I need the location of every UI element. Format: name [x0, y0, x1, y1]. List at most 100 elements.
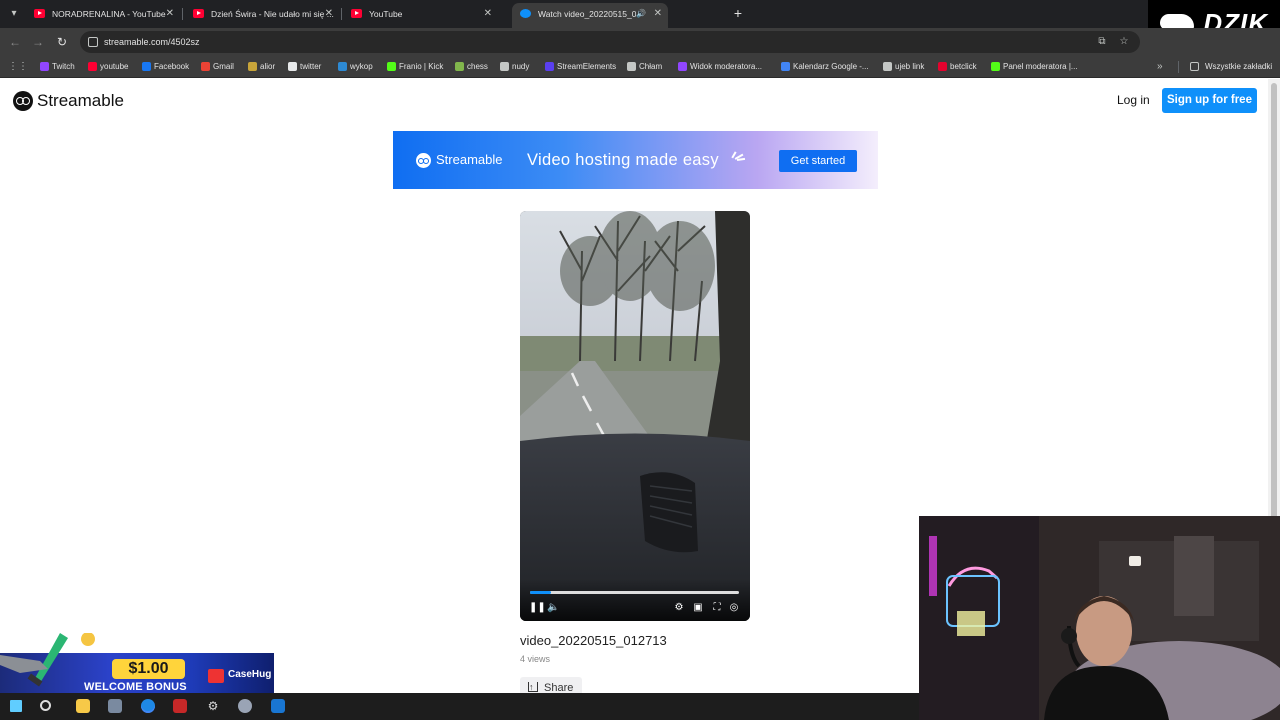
promo-banner[interactable]: Streamable Video hosting made easy Get s…: [393, 131, 878, 189]
bookmarks-bar: ⋮⋮ Twitch youtube Facebook Gmail alior twitte…: [0, 56, 1280, 78]
settings-gear-icon[interactable]: ⚙: [206, 699, 220, 713]
bookmark-item[interactable]: wykop: [338, 56, 373, 78]
bookmark-label: Chłam: [639, 62, 663, 71]
youtube-icon: [34, 9, 45, 18]
bookmark-item[interactable]: Franio | Kick: [387, 56, 443, 78]
tab-title: Watch video_20220515_01...: [538, 9, 636, 19]
video-player[interactable]: ❚❚ 🔈 ⚙ ▣ ⛶ ◎: [520, 211, 750, 621]
search-icon[interactable]: [40, 700, 51, 711]
get-started-button[interactable]: Get started: [779, 150, 857, 172]
progress-fill: [530, 591, 551, 594]
file-explorer-icon[interactable]: [76, 699, 90, 713]
brand-name: Streamable: [37, 91, 124, 110]
bookmark-item[interactable]: alior: [248, 56, 275, 78]
streamable-logo-icon[interactable]: ◎: [728, 602, 740, 614]
banner-brand: Streamable: [436, 152, 503, 167]
bonus-amount: $1.00: [112, 659, 185, 679]
casehug-bonus-banner[interactable]: $1.00 WELCOME BONUS CaseHug: [0, 633, 274, 695]
progress-bar[interactable]: [530, 591, 739, 594]
settings-gear-icon[interactable]: ⚙: [673, 602, 685, 614]
streamable-logo-icon: [13, 91, 33, 111]
streamer-webcam-overlay: [919, 516, 1280, 720]
bookmark-item[interactable]: ujeb link: [883, 56, 924, 78]
bookmark-item[interactable]: twitter: [288, 56, 321, 78]
bookmark-favicon-icon: [678, 62, 687, 71]
view-count: 4 views: [520, 654, 551, 664]
close-icon[interactable]: ✕: [166, 3, 174, 25]
tab-divider: [341, 8, 342, 20]
tab-dzien-swira[interactable]: Dzień Świra - Nie udało mi się ... ✕: [185, 3, 339, 25]
bookmark-item[interactable]: Panel moderatora |...: [991, 56, 1078, 78]
new-tab-button[interactable]: +: [729, 4, 747, 22]
tab-streamable-active[interactable]: Watch video_20220515_01... 🔊 ✕: [512, 3, 668, 28]
omnibox[interactable]: streamable.com/4502sz ⧉ ☆: [80, 31, 1140, 53]
url-text[interactable]: streamable.com/4502sz: [104, 31, 200, 53]
windows-taskbar: ⚙: [0, 693, 919, 720]
banner-tagline: Video hosting made easy: [527, 151, 719, 169]
bookmark-label: Franio | Kick: [399, 62, 444, 71]
bookmark-label: Widok moderatora...: [690, 62, 763, 71]
bookmark-label: Kalendarz Google -...: [793, 62, 869, 71]
bookmark-item[interactable]: nudy: [500, 56, 529, 78]
bookmark-item[interactable]: Twitch: [40, 56, 75, 78]
windows-start-icon[interactable]: [10, 700, 22, 712]
bookmark-item[interactable]: Widok moderatora...: [678, 56, 762, 78]
bookmark-label: nudy: [512, 62, 530, 71]
close-icon[interactable]: ✕: [654, 3, 662, 25]
all-bookmarks-folder[interactable]: Wszystkie zakładki: [1190, 56, 1272, 78]
bookmark-favicon-icon: [288, 62, 297, 71]
bookmark-favicon-icon: [201, 62, 210, 71]
bookmark-favicon-icon: [338, 62, 347, 71]
tab-noradrenalina[interactable]: NORADRENALINA - YouTube ✕: [26, 3, 180, 25]
site-info-icon[interactable]: [88, 37, 98, 47]
bookmark-star-icon[interactable]: ☆: [1116, 34, 1132, 50]
bookmark-item[interactable]: chess: [455, 56, 488, 78]
volume-icon[interactable]: 🔈: [547, 602, 559, 614]
reload-icon[interactable]: ↻: [53, 33, 71, 51]
share-icon: [528, 676, 538, 698]
close-icon[interactable]: ✕: [325, 3, 333, 25]
webcam-image: [919, 516, 1280, 720]
scrollbar-thumb[interactable]: [1271, 83, 1277, 533]
bookmark-item[interactable]: Kalendarz Google -...: [781, 56, 869, 78]
bookmark-favicon-icon: [142, 62, 151, 71]
bookmark-label: twitter: [300, 62, 322, 71]
bookmark-favicon-icon: [248, 62, 257, 71]
more-bookmarks-chevron-icon[interactable]: »: [1157, 56, 1163, 78]
audio-icon[interactable]: 🔊: [636, 3, 646, 25]
translate-icon[interactable]: ⧉: [1094, 34, 1110, 50]
bookmark-label: StreamElements: [557, 62, 617, 71]
bookmark-label: Facebook: [154, 62, 190, 71]
app-icon[interactable]: [238, 699, 252, 713]
address-bar-row: ← → ↻ streamable.com/4502sz ⧉ ☆: [0, 28, 1280, 56]
bookmark-item[interactable]: betclick: [938, 56, 977, 78]
bookmark-favicon-icon: [781, 62, 790, 71]
bookmark-favicon-icon: [387, 62, 396, 71]
apps-grid-icon[interactable]: ⋮⋮: [8, 61, 28, 73]
tab-title: Dzień Świra - Nie udało mi się ...: [211, 9, 334, 19]
login-link[interactable]: Log in: [1117, 93, 1150, 107]
tab-search-chevron-icon[interactable]: ▾: [5, 5, 23, 23]
back-icon[interactable]: ←: [6, 33, 24, 51]
close-icon[interactable]: ✕: [484, 3, 492, 25]
streamable-logo-icon: [416, 153, 431, 168]
pause-icon[interactable]: ❚❚: [529, 602, 546, 614]
tab-youtube[interactable]: YouTube ✕: [343, 3, 498, 25]
forward-icon[interactable]: →: [29, 33, 47, 51]
app-icon[interactable]: [173, 699, 187, 713]
bookmark-item[interactable]: Chłam: [627, 56, 662, 78]
bookmark-item[interactable]: Gmail: [201, 56, 234, 78]
picture-in-picture-icon[interactable]: ▣: [692, 602, 704, 614]
bookmark-item[interactable]: StreamElements: [545, 56, 616, 78]
app-icon[interactable]: [271, 699, 285, 713]
streamable-icon: [520, 9, 531, 18]
bookmark-label: youtube: [100, 62, 129, 71]
bookmark-label: Twitch: [52, 62, 75, 71]
bookmark-item[interactable]: youtube: [88, 56, 128, 78]
app-icon[interactable]: [108, 699, 122, 713]
bookmark-item[interactable]: Facebook: [142, 56, 189, 78]
youtube-icon: [351, 9, 362, 18]
chrome-icon[interactable]: [141, 699, 155, 713]
signup-button[interactable]: Sign up for free: [1162, 88, 1257, 113]
fullscreen-icon[interactable]: ⛶: [711, 602, 723, 614]
